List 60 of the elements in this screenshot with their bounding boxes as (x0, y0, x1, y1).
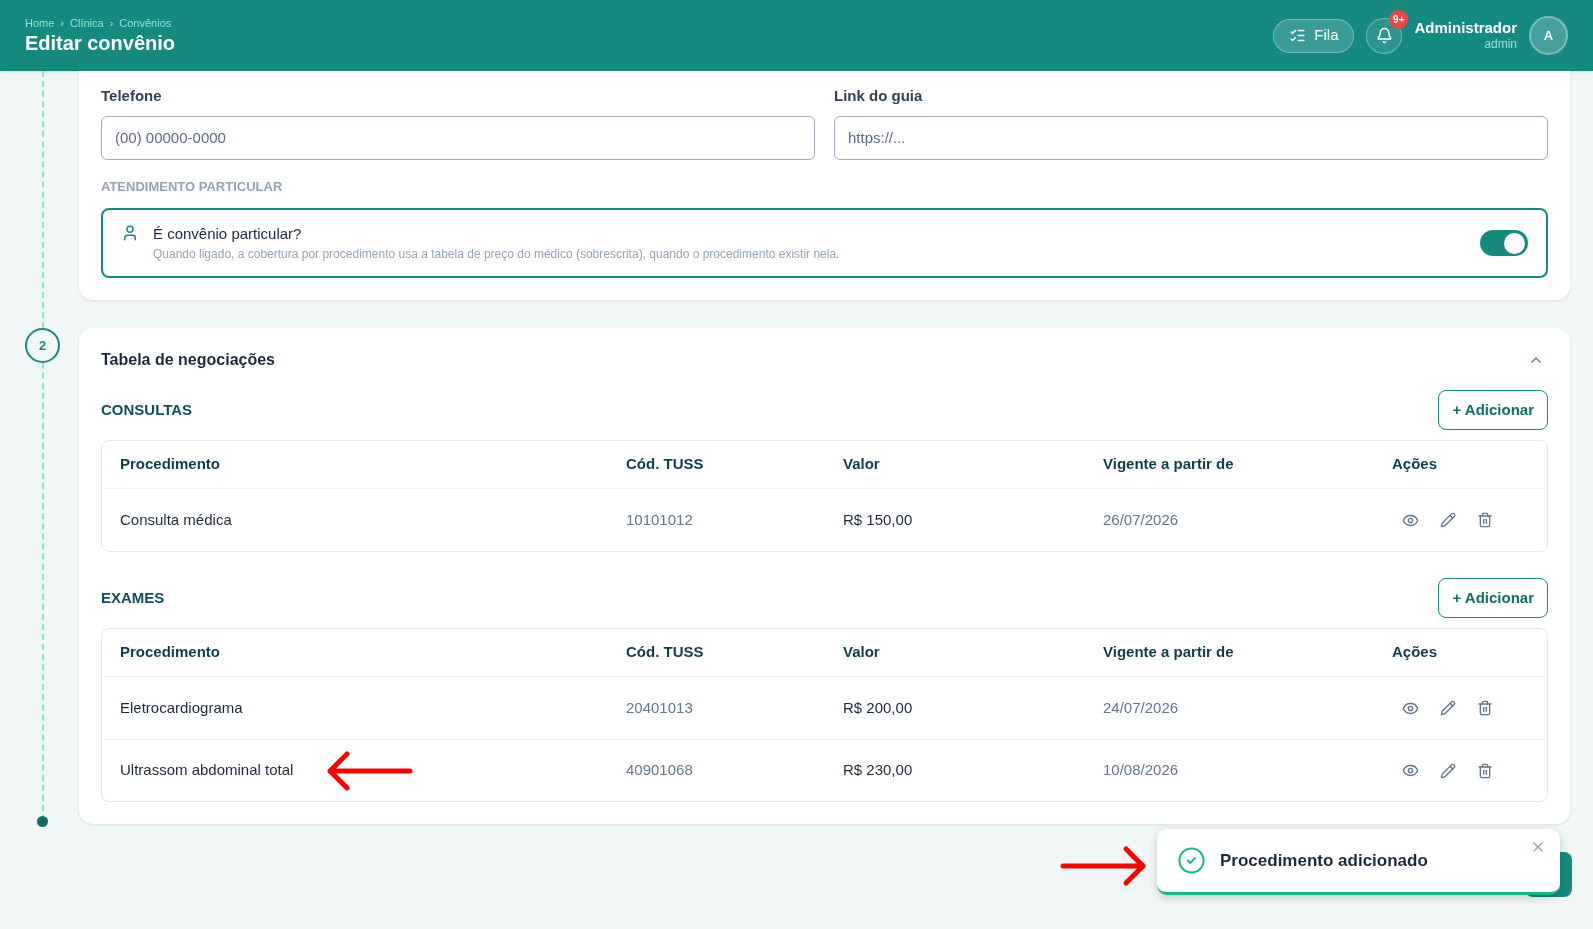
person-icon (121, 224, 139, 242)
field-label: Telefone (101, 86, 163, 106)
section-title: CONSULTAS (101, 399, 193, 420)
option-description: Quando ligado, a cobertura por procedimento usa a tabela de preço do médico (sobrescrita), quando o procedimento existir nela. (153, 246, 841, 264)
procedure-cell-text: Ultrassom abdominal total (120, 760, 294, 781)
pencil-icon[interactable] (1440, 512, 1456, 528)
column-header: Valor (843, 642, 881, 663)
step-number: 2 (25, 328, 60, 363)
breadcrumb-separator: › (109, 15, 114, 31)
pencil-icon[interactable] (1440, 700, 1456, 716)
add-button[interactable]: + Adicionar (1438, 578, 1548, 618)
procedure-cell-text: Eletrocardiograma (120, 697, 243, 718)
column-header: Ações (1392, 454, 1439, 475)
tuss-cell-text: 20401013 (626, 697, 694, 718)
text-field[interactable]: (00) 00000-0000 (101, 115, 815, 160)
notifications-button[interactable] (1366, 17, 1403, 54)
column-header: Cód. TUSS (626, 454, 705, 475)
checklist-icon (1289, 27, 1307, 44)
tuss-cell-text: 40901068 (626, 760, 694, 781)
date-cell-text: 26/07/2026 (1103, 509, 1180, 530)
page-title: Editar convênio (25, 31, 176, 57)
column-header: Cód. TUSS (626, 642, 705, 663)
toggle-switch[interactable] (1480, 230, 1528, 256)
bell-icon (1376, 27, 1393, 44)
value-cell-text: R$ 150,00 (843, 509, 914, 530)
column-header: Procedimento (120, 454, 222, 475)
date-cell-text: 24/07/2026 (1103, 697, 1180, 718)
field-label: Link do guia (834, 86, 924, 106)
trash-icon[interactable] (1477, 700, 1493, 716)
text-field[interactable]: https://... (834, 115, 1548, 160)
user-role: admin (1484, 37, 1517, 53)
breadcrumb-link[interactable]: Convênios (119, 14, 172, 32)
value-cell-text: R$ 200,00 (843, 697, 914, 718)
user-name: Administrador (1414, 18, 1517, 38)
toast-message: Procedimento adicionado (1220, 849, 1428, 872)
breadcrumb-link[interactable]: Home (25, 14, 55, 32)
column-header: Ações (1392, 642, 1439, 663)
section-label: ATENDIMENTO PARTICULAR (101, 177, 284, 196)
option-title: É convênio particular? (153, 223, 303, 244)
view-icon[interactable] (1402, 762, 1419, 779)
pencil-icon[interactable] (1440, 762, 1456, 779)
user-avatar[interactable]: A (1529, 16, 1568, 55)
queue-button[interactable]: Fila (1273, 18, 1355, 53)
check-circle-icon (1177, 846, 1206, 875)
column-header: Vigente a partir de (1103, 642, 1235, 663)
section-title: EXAMES (101, 587, 165, 608)
breadcrumb-link[interactable]: Clínica (70, 14, 104, 32)
procedure-cell-text: Consulta médica (120, 509, 232, 530)
value-cell-text: R$ 230,00 (843, 760, 914, 781)
add-button[interactable]: + Adicionar (1438, 390, 1548, 430)
notification-badge: 9+ (1389, 9, 1409, 29)
breadcrumb-separator: › (60, 15, 64, 31)
trash-icon[interactable] (1477, 512, 1493, 528)
column-header: Procedimento (120, 642, 222, 663)
tuss-cell-text: 10101012 (626, 509, 694, 530)
column-header: Valor (843, 454, 881, 475)
section-header[interactable]: Tabela de negociações (101, 348, 1548, 372)
column-header: Vigente a partir de (1103, 454, 1235, 475)
trash-icon[interactable] (1477, 762, 1493, 779)
date-cell-text: 10/08/2026 (1103, 760, 1180, 781)
